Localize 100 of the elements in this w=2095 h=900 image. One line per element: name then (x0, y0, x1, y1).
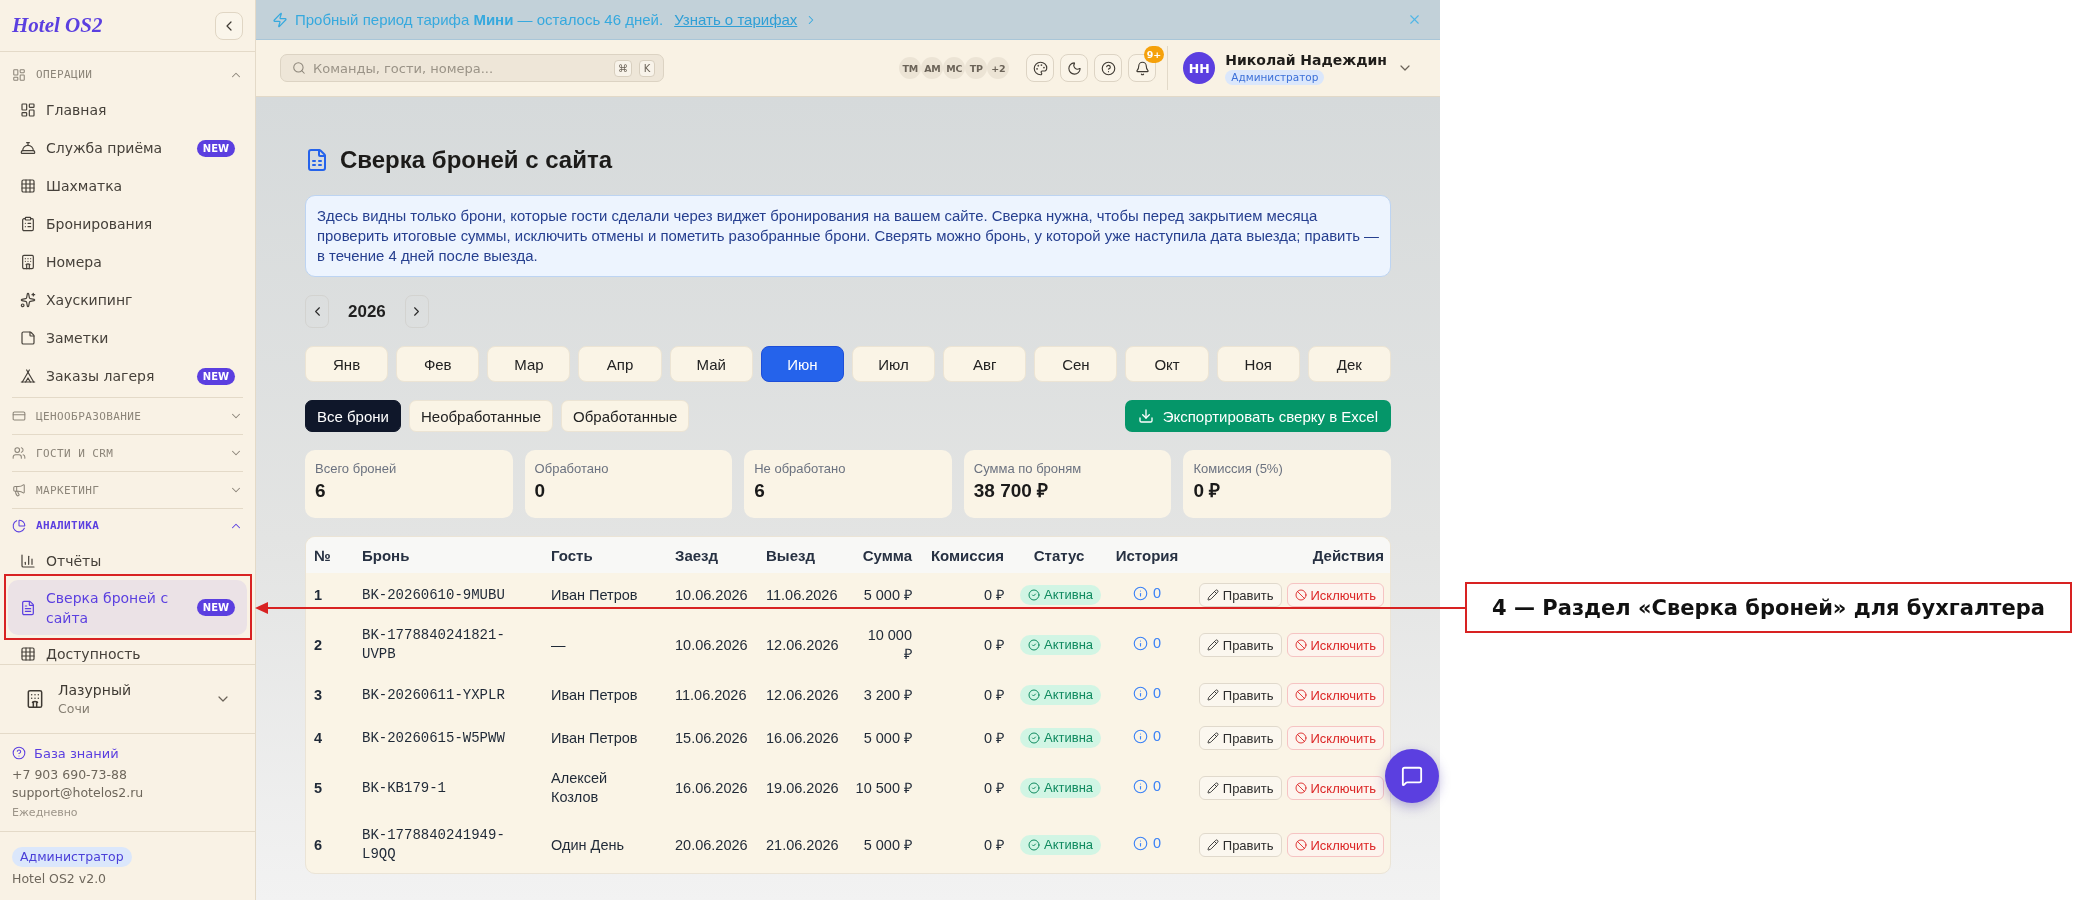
check-out-date: 16.06.2026 (765, 728, 840, 748)
user-avatar[interactable]: НН (1183, 52, 1216, 84)
booking-id: BK-1778840241821-UVPB (361, 626, 506, 664)
app-version: Hotel OS2 v2.0 (12, 870, 107, 888)
download-icon (1137, 408, 1154, 424)
edit-button[interactable]: Править (1198, 633, 1282, 657)
amount: 5 000 ₽ (862, 728, 913, 748)
sidebar-item[interactable]: Заметки (8, 319, 247, 357)
month-tab[interactable]: Окт (1125, 346, 1209, 382)
month-tab[interactable]: Авг (943, 346, 1027, 382)
month-tab[interactable]: Ноя (1216, 346, 1300, 382)
grid-icon (20, 178, 36, 194)
month-tab[interactable]: Дек (1307, 346, 1391, 382)
sidebar-item[interactable]: Заказы лагеря NEW (8, 357, 247, 395)
exclude-button[interactable]: Исключить (1286, 833, 1384, 857)
month-tab[interactable]: Мар (487, 346, 571, 382)
sidebar-item[interactable]: Хаускипинг (8, 281, 247, 319)
search-field[interactable]: Команды, гости, номера... ⌘ K (280, 54, 664, 82)
theme-button[interactable] (1026, 54, 1055, 82)
sidebar-item[interactable]: Сверка броней с сайта NEW (8, 580, 247, 635)
edit-button[interactable]: Править (1198, 776, 1282, 800)
user-avatar[interactable]: МС (943, 57, 966, 79)
user-name: Николай Надеждин (1225, 51, 1387, 69)
sidebar-item[interactable]: Отчёты (8, 542, 247, 580)
commission: 0 ₽ (982, 778, 1005, 798)
stat-label: Не обработано (754, 461, 846, 477)
dark-mode-button[interactable] (1060, 54, 1089, 82)
callout-label: 4 — Раздел «Сверка броней» для бухгалтера (1465, 582, 2072, 633)
check-circle-icon (1028, 781, 1040, 794)
month-tab[interactable]: Фев (396, 346, 480, 382)
exclude-button[interactable]: Исключить (1286, 583, 1384, 607)
pencil-icon (1206, 839, 1219, 851)
exclude-button[interactable]: Исключить (1286, 726, 1384, 750)
pie-chart-icon (12, 518, 26, 533)
check-out-date: 12.06.2026 (765, 635, 840, 655)
card-icon (12, 409, 26, 423)
pencil-icon (1206, 689, 1219, 701)
info-icon (1132, 636, 1148, 651)
check-circle-icon (1028, 838, 1040, 851)
knowledge-base-link[interactable]: База знаний (12, 743, 119, 763)
month-tab[interactable]: Апр (578, 346, 662, 382)
sidebar-item[interactable]: Бронирования (8, 205, 247, 243)
amount: 3 200 ₽ (862, 685, 913, 705)
filter-tab[interactable]: Все брони (305, 400, 401, 432)
check-in-date: 20.06.2026 (674, 835, 749, 855)
edit-button[interactable]: Править (1198, 683, 1282, 707)
filter-tab[interactable]: Обработанные (561, 400, 690, 432)
column-header: № (306, 537, 354, 573)
month-tab[interactable]: Сен (1034, 346, 1118, 382)
check-out-date: 12.06.2026 (765, 685, 840, 705)
amount: 10 500 ₽ (854, 778, 913, 798)
building-icon (25, 689, 45, 709)
sparkles-icon (20, 292, 36, 308)
new-badge: NEW (196, 599, 235, 616)
stat-label: Обработано (534, 461, 609, 477)
column-header: Комиссия (920, 537, 1012, 573)
more-users-count[interactable]: +2 (987, 57, 1010, 79)
exclude-button[interactable]: Исключить (1286, 776, 1384, 800)
new-badge: NEW (196, 139, 235, 157)
help-button[interactable] (1094, 54, 1123, 82)
support-hours: Ежедневно (12, 805, 78, 821)
guest-name: Иван Петров (550, 728, 639, 748)
bell-icon (1134, 60, 1150, 76)
page-title: Сверка броней с сайта (340, 146, 613, 174)
month-tab[interactable]: Июл (852, 346, 936, 382)
dashboard-icon (12, 67, 26, 82)
user-avatar[interactable]: ТР (965, 57, 988, 79)
filter-tab[interactable]: Необработанные (408, 400, 554, 432)
exclude-button[interactable]: Исключить (1286, 683, 1384, 707)
month-tab[interactable]: Май (669, 346, 753, 382)
info-icon (1132, 779, 1148, 794)
status-badge: Активна (1020, 634, 1102, 655)
month-tab[interactable]: Янв (305, 346, 389, 382)
row-number: 5 (313, 778, 324, 798)
hotel-name[interactable]: Лазурный (58, 681, 132, 700)
booking-id: BK-20260615-W5PWW (361, 728, 506, 748)
sidebar-item[interactable]: Шахматка (8, 167, 247, 205)
user-avatar[interactable]: ТМ (899, 57, 922, 79)
sidebar-item[interactable]: Номера (8, 243, 247, 281)
month-tab[interactable]: Июн (760, 346, 844, 382)
edit-button[interactable]: Править (1198, 726, 1282, 750)
export-button[interactable]: Экспортировать сверку в Excel (1124, 400, 1391, 432)
users-icon (12, 446, 26, 460)
user-avatar[interactable]: АМ (921, 57, 944, 79)
guest-name: Алексей Козлов (550, 769, 609, 807)
sidebar-item[interactable]: Доступность (8, 635, 247, 664)
sidebar-item[interactable]: Служба приёма NEW (8, 129, 247, 167)
booking-id: BK-KB179-1 (361, 778, 447, 798)
status-badge: Активна (1020, 727, 1102, 748)
sidebar-item[interactable]: Главная (8, 91, 247, 129)
exclude-button[interactable]: Исключить (1286, 633, 1384, 657)
check-out-date: 21.06.2026 (765, 835, 840, 855)
section-header[interactable]: АНАЛИТИКА (8, 509, 247, 542)
search-icon (292, 61, 306, 75)
edit-button[interactable]: Править (1198, 833, 1282, 857)
search-input[interactable]: Команды, гости, номера... (313, 58, 607, 78)
commission: 0 ₽ (920, 573, 1012, 616)
ban-icon (1294, 782, 1307, 794)
edit-button[interactable]: Править (1198, 583, 1282, 607)
close-icon (1407, 12, 1422, 27)
